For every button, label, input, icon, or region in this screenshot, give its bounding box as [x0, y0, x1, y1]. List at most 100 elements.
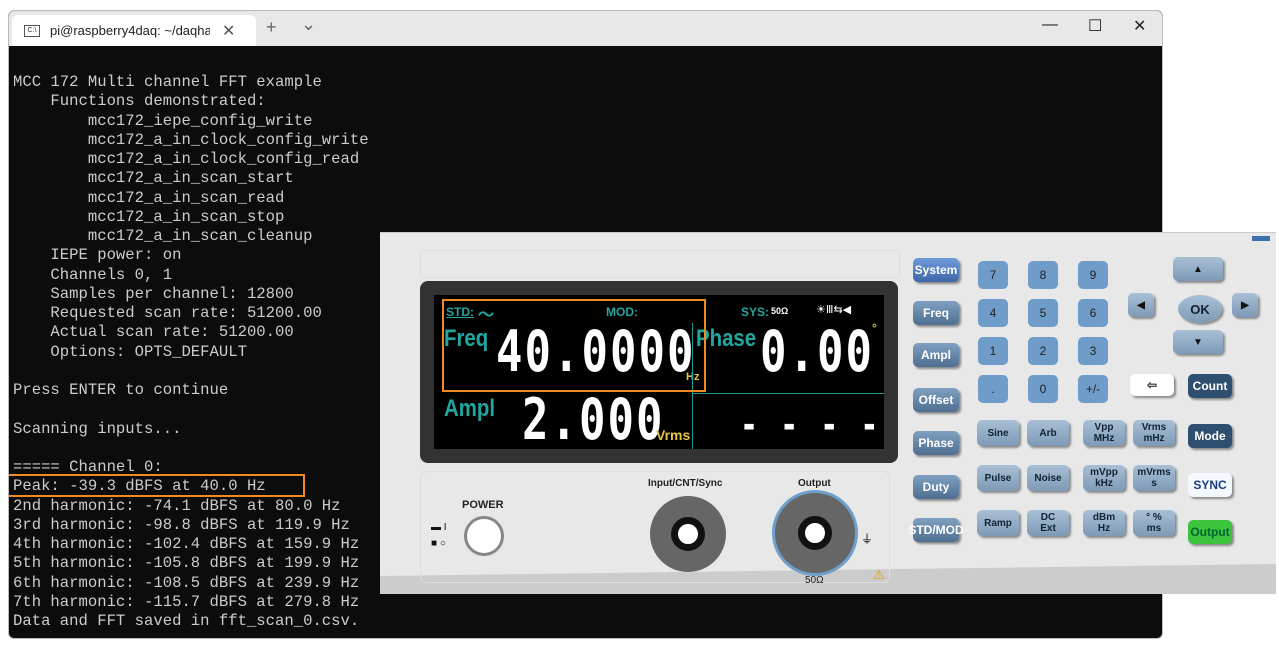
input-bnc-connector[interactable] — [650, 496, 726, 572]
key-ampl[interactable]: Ampl — [913, 343, 959, 367]
terminal-line: 2nd harmonic: -74.1 dBFS at 80.0 Hz — [13, 496, 341, 515]
terminal-output[interactable]: MCC 172 Multi channel FFT example Functi… — [13, 73, 369, 631]
backspace-button[interactable]: ⇦ — [1130, 374, 1174, 396]
arrow-down-button[interactable]: ▼ — [1173, 330, 1223, 354]
numpad-key[interactable]: 1 — [978, 337, 1008, 365]
tab-title: pi@raspberry4daq: ~/daqhats/e — [50, 23, 210, 38]
terminal-line: Press ENTER to continue — [13, 381, 229, 399]
phase-value: 0.00 — [760, 319, 874, 386]
ampl-label: Ampl — [444, 395, 495, 422]
arrow-up-button[interactable]: ▲ — [1173, 257, 1223, 281]
waveform-key[interactable]: Vpp MHz — [1083, 420, 1125, 446]
power-label: POWER — [462, 499, 504, 511]
arrow-right-button[interactable]: ▶ — [1232, 293, 1258, 317]
count-button[interactable]: Count — [1188, 374, 1232, 398]
minimize-button[interactable]: — — [1042, 16, 1058, 34]
phase-unit: ° — [872, 321, 877, 335]
numpad-key[interactable]: 4 — [978, 299, 1008, 327]
key-duty[interactable]: Duty — [913, 475, 959, 499]
key-std-mod[interactable]: STD/MOD — [908, 518, 964, 542]
terminal-line: 3rd harmonic: -98.8 dBFS at 119.9 Hz — [13, 515, 350, 534]
input-label: Input/CNT/Sync — [648, 478, 723, 489]
terminal-line: 4th harmonic: -102.4 dBFS at 159.9 Hz — [13, 535, 360, 553]
lcd-display: STD: ～ MOD: SYS: 50Ω ☀Ⅲ⇆◀ Freq 40.0000 H… — [420, 281, 898, 463]
terminal-line: mcc172_a_in_clock_config_write — [13, 130, 369, 149]
output-label: Output — [798, 478, 831, 489]
mode-button[interactable]: Mode — [1188, 424, 1232, 448]
key-system[interactable]: System — [913, 258, 959, 282]
key-phase[interactable]: Phase — [913, 431, 959, 455]
numpad-key[interactable]: +/- — [1078, 375, 1108, 403]
waveform-key[interactable]: Sine — [977, 420, 1019, 446]
dropdown-button[interactable]: ⌄ — [301, 14, 316, 35]
waveform-key[interactable]: ° % ms — [1133, 510, 1175, 536]
terminal-line: Scanning inputs... — [13, 419, 182, 438]
arrow-left-button[interactable]: ◀ — [1128, 293, 1154, 317]
maximize-button[interactable]: ☐ — [1088, 16, 1102, 36]
numpad-key[interactable]: 2 — [1028, 337, 1058, 365]
terminal-line: mcc172_a_in_clock_config_read — [13, 150, 360, 168]
output-button[interactable]: Output — [1188, 520, 1232, 544]
waveform-key[interactable]: DC Ext — [1027, 510, 1069, 536]
ampl-value: 2.000 — [522, 387, 665, 454]
key-offset[interactable]: Offset — [913, 388, 959, 412]
numpad-key[interactable]: 0 — [1028, 375, 1058, 403]
terminal-line: 5th harmonic: -105.8 dBFS at 199.9 Hz — [13, 554, 360, 573]
waveform-key[interactable]: Ramp — [977, 510, 1019, 536]
terminal-line: Samples per channel: 12800 — [13, 284, 294, 303]
terminal-line: Functions demonstrated: — [13, 92, 266, 111]
terminal-line: Options: OPTS_DEFAULT — [13, 342, 247, 361]
terminal-line: Data and FFT saved in fft_scan_0.csv. — [13, 612, 360, 630]
terminal-tab[interactable]: C:\ pi@raspberry4daq: ~/daqhats/e ✕ — [12, 15, 256, 46]
terminal-line: 6th harmonic: -108.5 dBFS at 239.9 Hz — [13, 573, 360, 592]
waveform-key[interactable]: Vrms mHz — [1133, 420, 1175, 446]
terminal-line: mcc172_a_in_scan_start — [13, 169, 294, 188]
waveform-key[interactable]: Noise — [1027, 465, 1069, 491]
numpad-key[interactable]: 3 — [1078, 337, 1108, 365]
waveform-key[interactable]: mVpp kHz — [1083, 465, 1125, 491]
terminal-line: Requested scan rate: 51200.00 — [13, 304, 322, 322]
waveform-key[interactable]: Pulse — [977, 465, 1019, 491]
power-state-icons: ▬ Ι ■ ○ — [431, 522, 447, 549]
divider-h — [692, 393, 884, 394]
warning-icon: ⚠ — [873, 567, 885, 582]
top-strip — [420, 250, 900, 278]
corner-indicator — [1252, 236, 1270, 241]
waveform-key[interactable]: mVrms s — [1133, 465, 1175, 491]
close-tab-icon[interactable]: ✕ — [222, 21, 235, 41]
terminal-line: mcc172_a_in_scan_stop — [13, 207, 285, 226]
numpad-key[interactable]: 9 — [1078, 261, 1108, 289]
numpad-key[interactable]: 7 — [978, 261, 1008, 289]
status-icons: ☀Ⅲ⇆◀ — [816, 304, 852, 316]
numpad-key[interactable]: 6 — [1078, 299, 1108, 327]
impedance-label: 50Ω — [771, 306, 789, 316]
lcd-screen: STD: ～ MOD: SYS: 50Ω ☀Ⅲ⇆◀ Freq 40.0000 H… — [434, 295, 884, 453]
output-impedance: 50Ω — [805, 575, 824, 586]
ampl-unit: Vrms — [656, 427, 691, 443]
terminal-line: MCC 172 Multi channel FFT example — [13, 73, 322, 91]
new-tab-button[interactable]: + — [266, 17, 277, 38]
function-generator-panel: STD: ～ MOD: SYS: 50Ω ☀Ⅲ⇆◀ Freq 40.0000 H… — [380, 232, 1276, 594]
terminal-line: IEPE power: on — [13, 246, 182, 265]
terminal-icon: C:\ — [24, 24, 40, 37]
key-freq[interactable]: Freq — [913, 301, 959, 325]
aux-value: - - - - — [740, 403, 881, 449]
waveform-key[interactable]: dBm Hz — [1083, 510, 1125, 536]
output-bnc-connector[interactable] — [772, 490, 858, 576]
numpad-key[interactable]: 8 — [1028, 261, 1058, 289]
numpad-key[interactable]: 5 — [1028, 299, 1058, 327]
numpad-key[interactable]: . — [978, 375, 1008, 403]
freq-highlight-box — [442, 299, 706, 392]
ground-icon: ⏚ — [861, 532, 874, 546]
waveform-key[interactable]: Arb — [1027, 420, 1069, 446]
terminal-line: mcc172_iepe_config_write — [13, 111, 313, 130]
ok-button[interactable]: OK — [1178, 295, 1222, 323]
sync-button[interactable]: SYNC — [1188, 473, 1232, 497]
peak-highlight-box — [9, 474, 305, 497]
front-connector-area: POWER ▬ Ι ■ ○ Input/CNT/Sync Output ⏚ 50Ω… — [420, 471, 890, 586]
sys-label: SYS: — [741, 305, 770, 319]
power-button[interactable] — [464, 516, 504, 556]
close-button[interactable]: ✕ — [1133, 16, 1146, 36]
